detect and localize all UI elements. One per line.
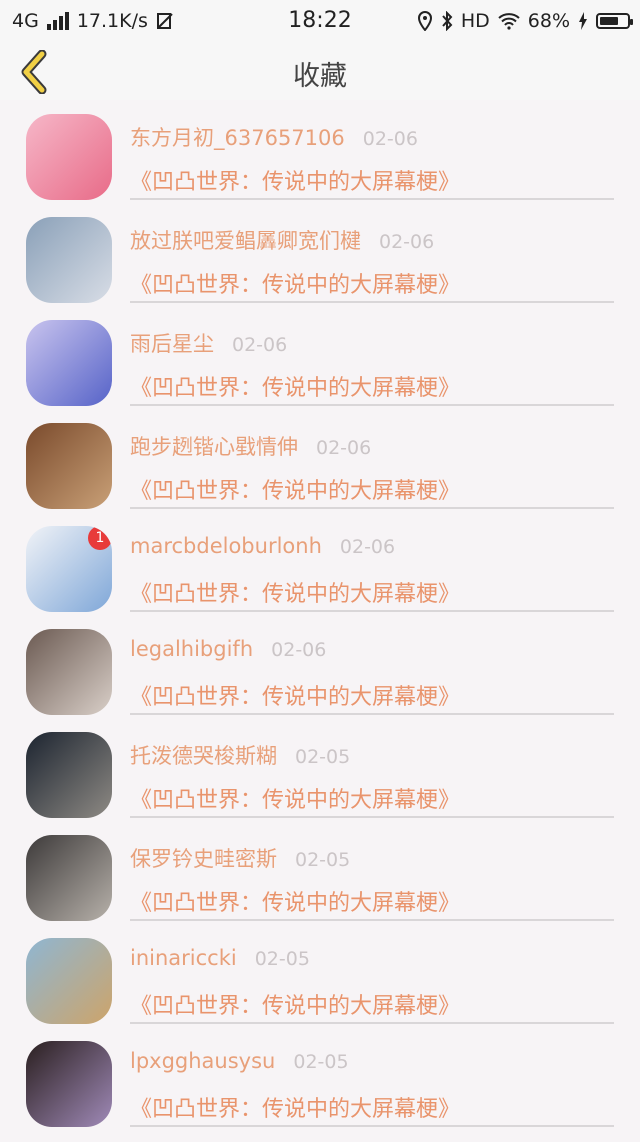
page-title: 收藏: [293, 61, 347, 92]
author-name[interactable]: 放过朕吧爱鲳羼卿宽们楗: [130, 225, 361, 255]
avatar[interactable]: [26, 732, 112, 818]
status-right: HD 68%: [417, 10, 633, 32]
favorite-title[interactable]: 《凹凸世界：传说中的大屏幕梗》: [130, 679, 460, 711]
favorite-title[interactable]: 《凹凸世界：传说中的大屏幕梗》: [130, 782, 460, 814]
author-name[interactable]: 托泼德哭梭斯糊: [130, 740, 277, 770]
author-name[interactable]: lpxgghausysu: [130, 1049, 275, 1073]
status-bar: 4G 17.1K/s 18:22 HD 68%: [0, 0, 640, 42]
favorite-title[interactable]: 《凹凸世界：传说中的大屏幕梗》: [130, 1091, 460, 1123]
list-item[interactable]: 保罗钤史畦密斯 02-05 《凹凸世界：传说中的大屏幕梗》: [0, 833, 640, 936]
avatar[interactable]: [26, 835, 112, 921]
post-date: 02-06: [316, 437, 372, 459]
list-item[interactable]: ininariccki 02-05 《凹凸世界：传说中的大屏幕梗》: [0, 936, 640, 1039]
divider: [130, 610, 614, 612]
favorites-list: 东方月初_637657106 02-06 《凹凸世界：传说中的大屏幕梗》 放过朕吧爱鲳…: [0, 112, 640, 1142]
avatar[interactable]: [26, 1041, 112, 1127]
post-date: 02-05: [295, 746, 351, 768]
bluetooth-icon: [442, 11, 453, 31]
post-date: 02-05: [293, 1051, 349, 1073]
location-icon: [417, 11, 432, 31]
divider: [130, 919, 614, 921]
favorite-title[interactable]: 《凹凸世界：传说中的大屏幕梗》: [130, 267, 460, 299]
hd-label: HD: [460, 10, 490, 32]
divider: [130, 507, 614, 509]
author-name[interactable]: 东方月初_637657106: [130, 122, 345, 152]
author-name[interactable]: 跑步趔锴心戥情伸: [130, 431, 298, 461]
list-item[interactable]: 跑步趔锴心戥情伸 02-06 《凹凸世界：传说中的大屏幕梗》: [0, 421, 640, 524]
list-item[interactable]: 托泼德哭梭斯糊 02-05 《凹凸世界：传说中的大屏幕梗》: [0, 730, 640, 833]
post-date: 02-06: [271, 639, 327, 661]
avatar[interactable]: 1: [26, 526, 112, 612]
list-item[interactable]: 雨后星尘 02-06 《凹凸世界：传说中的大屏幕梗》: [0, 318, 640, 421]
author-name[interactable]: 雨后星尘: [130, 328, 214, 358]
post-date: 02-06: [379, 231, 435, 253]
divider: [130, 1022, 614, 1024]
divider: [130, 198, 614, 200]
author-name[interactable]: ininariccki: [130, 946, 237, 970]
author-line: ininariccki 02-05: [130, 946, 310, 970]
divider: [130, 301, 614, 303]
divider: [130, 1125, 614, 1127]
list-item[interactable]: 1 marcbdeloburlonh 02-06 《凹凸世界：传说中的大屏幕梗》: [0, 524, 640, 627]
author-line: marcbdeloburlonh 02-06: [130, 534, 395, 558]
list-item[interactable]: 东方月初_637657106 02-06 《凹凸世界：传说中的大屏幕梗》: [0, 112, 640, 215]
avatar[interactable]: [26, 217, 112, 303]
author-line: 保罗钤史畦密斯 02-05: [130, 843, 350, 873]
author-line: 托泼德哭梭斯糊 02-05: [130, 740, 350, 770]
post-date: 02-05: [254, 948, 310, 970]
favorite-title[interactable]: 《凹凸世界：传说中的大屏幕梗》: [130, 988, 460, 1020]
nav-bar: 收藏: [0, 42, 640, 100]
list-item[interactable]: lpxgghausysu 02-05 《凹凸世界：传说中的大屏幕梗》: [0, 1039, 640, 1142]
notification-badge: 1: [88, 526, 112, 550]
battery-fill: [600, 17, 618, 25]
author-line: legalhibgifh 02-06: [130, 637, 326, 661]
favorite-title[interactable]: 《凹凸世界：传说中的大屏幕梗》: [130, 164, 460, 196]
list-item[interactable]: legalhibgifh 02-06 《凹凸世界：传说中的大屏幕梗》: [0, 627, 640, 730]
divider: [130, 816, 614, 818]
divider: [130, 404, 614, 406]
charging-icon: [579, 12, 587, 30]
avatar[interactable]: [26, 320, 112, 406]
author-name[interactable]: 保罗钤史畦密斯: [130, 843, 277, 873]
post-date: 02-06: [362, 128, 418, 150]
author-line: 东方月初_637657106 02-06: [130, 122, 418, 152]
avatar[interactable]: [26, 938, 112, 1024]
avatar[interactable]: [26, 423, 112, 509]
author-line: 跑步趔锴心戥情伸 02-06: [130, 431, 371, 461]
wifi-icon: [498, 13, 520, 30]
author-name[interactable]: marcbdeloburlonh: [130, 534, 322, 558]
battery-icon: [596, 13, 633, 29]
avatar[interactable]: [26, 629, 112, 715]
favorite-title[interactable]: 《凹凸世界：传说中的大屏幕梗》: [130, 885, 460, 917]
author-line: lpxgghausysu 02-05: [130, 1049, 349, 1073]
post-date: 02-05: [295, 849, 351, 871]
list-item[interactable]: 放过朕吧爱鲳羼卿宽们楗 02-06 《凹凸世界：传说中的大屏幕梗》: [0, 215, 640, 318]
favorite-title[interactable]: 《凹凸世界：传说中的大屏幕梗》: [130, 576, 460, 608]
favorite-title[interactable]: 《凹凸世界：传说中的大屏幕梗》: [130, 473, 460, 505]
post-date: 02-06: [339, 536, 396, 558]
author-line: 放过朕吧爱鲳羼卿宽们楗 02-06: [130, 225, 434, 255]
post-date: 02-06: [232, 334, 288, 356]
battery-percent: 68%: [527, 10, 570, 32]
favorite-title[interactable]: 《凹凸世界：传说中的大屏幕梗》: [130, 370, 460, 402]
divider: [130, 713, 614, 715]
author-line: 雨后星尘 02-06: [130, 328, 287, 358]
avatar[interactable]: [26, 114, 112, 200]
author-name[interactable]: legalhibgifh: [130, 637, 253, 661]
